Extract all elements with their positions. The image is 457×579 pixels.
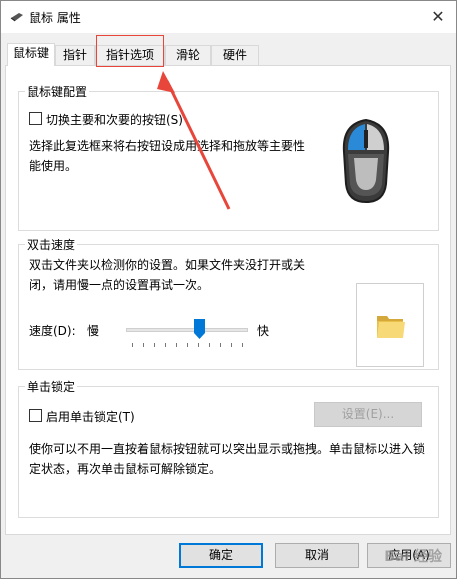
slider-tick (154, 343, 155, 347)
title-bar: 鼠标 属性 ✕ (1, 1, 456, 33)
tab-hardware[interactable]: 硬件 (211, 45, 259, 65)
close-button[interactable]: ✕ (426, 5, 450, 29)
double-click-group: 双击速度 双击文件夹以检测你的设置。如果文件夹没打开或关闭，请用慢一点的设置再试… (18, 236, 439, 370)
slider-tick (242, 343, 243, 347)
tab-panel: 鼠标键配置 切换主要和次要的按钮(S) 选择此复选框来将右按钮设成用选择和拖放等… (5, 65, 451, 535)
click-lock-group: 单击锁定 启用单击锁定(T) 设置(E)... 使你可以不用一直按着鼠标按钮就可… (18, 378, 439, 518)
tab-label: 硬件 (222, 48, 247, 62)
switch-buttons-label: 切换主要和次要的按钮(S) (46, 113, 183, 127)
group-title: 双击速度 (25, 236, 78, 253)
watermark: Bai 经验 (384, 549, 442, 565)
cancel-button[interactable]: 取消 (275, 543, 359, 568)
tab-pointers[interactable]: 指针 (55, 45, 95, 65)
mouse-icon (10, 13, 23, 22)
ok-button[interactable]: 确定 (179, 543, 263, 568)
tab-label: 指针 (62, 48, 87, 62)
tab-wheel[interactable]: 滑轮 (165, 45, 211, 65)
slider-thumb-icon[interactable] (193, 319, 205, 339)
click-lock-settings-button[interactable]: 设置(E)... (314, 402, 422, 427)
slider-tick (231, 343, 232, 347)
click-lock-label: 启用单击锁定(T) (46, 410, 135, 424)
double-click-description: 双击文件夹以检测你的设置。如果文件夹没打开或关闭，请用慢一点的设置再试一次。 (29, 258, 306, 292)
speed-label: 速度(D): (29, 324, 76, 338)
slow-label: 慢 (87, 324, 100, 338)
click-lock-checkbox[interactable] (29, 409, 42, 422)
slider-tick (220, 343, 221, 347)
fast-label: 快 (257, 324, 270, 338)
button-config-group: 鼠标键配置 切换主要和次要的按钮(S) 选择此复选框来将右按钮设成用选择和拖放等… (18, 83, 439, 231)
click-lock-description: 使你可以不用一直按着鼠标按钮就可以突出显示或拖拽。单击鼠标以进入锁定状态，再次单… (29, 442, 426, 476)
slider-tick (176, 343, 177, 347)
speed-slider-track[interactable] (126, 328, 248, 332)
slider-tick (165, 343, 166, 347)
slider-tick (187, 343, 188, 347)
group-title: 单击锁定 (25, 378, 78, 395)
window-title: 鼠标 属性 (29, 11, 81, 25)
slider-tick (143, 343, 144, 347)
slider-tick (198, 343, 199, 347)
group-title: 鼠标键配置 (25, 83, 90, 100)
switch-buttons-checkbox[interactable] (29, 112, 42, 125)
folder-icon (377, 316, 405, 338)
slider-tick (209, 343, 210, 347)
slider-tick (132, 343, 133, 347)
tab-highlight-box (96, 35, 164, 67)
button-config-description: 选择此复选框来将右按钮设成用选择和拖放等主要性能使用。 (29, 139, 306, 173)
mouse-properties-window: 鼠标 属性 ✕ 鼠标键 指针 指针选项 滑轮 硬件 鼠标键配置 切换主要和次要的… (0, 0, 457, 579)
tab-label: 滑轮 (175, 48, 200, 62)
test-folder-area[interactable] (356, 283, 424, 367)
tab-buttons[interactable]: 鼠标键 (7, 43, 55, 66)
tab-label: 鼠标键 (12, 46, 49, 60)
mouse-icon (342, 118, 390, 204)
close-icon: ✕ (431, 7, 445, 26)
